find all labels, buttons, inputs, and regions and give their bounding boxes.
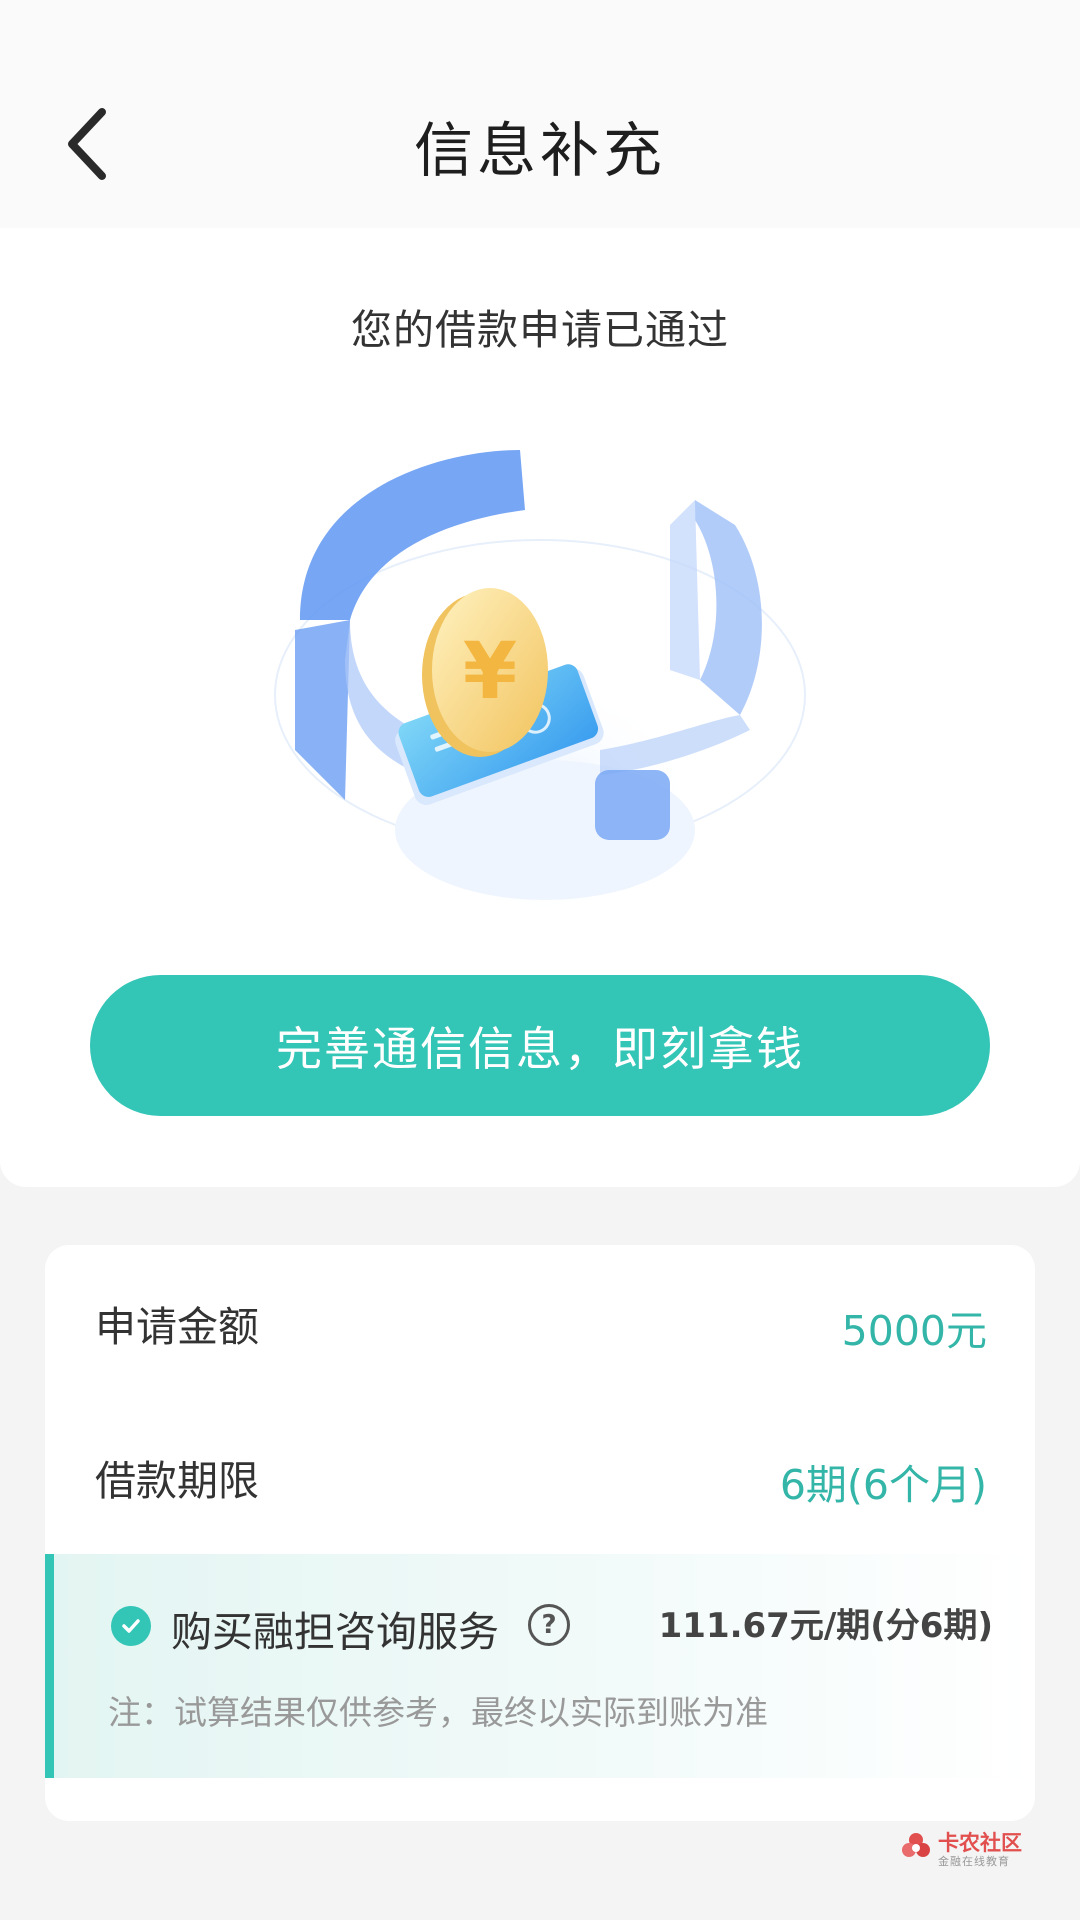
checkmark-icon [122, 1619, 140, 1633]
watermark-subtitle: 金融在线教育 [938, 1855, 1010, 1868]
complete-info-button[interactable]: 完善通信信息，即刻拿钱 [90, 975, 990, 1116]
term-value: 6期(6个月) [779, 1461, 987, 1509]
term-label: 借款期限 [95, 1457, 259, 1505]
check-circle-icon[interactable] [111, 1606, 151, 1646]
question-help-icon[interactable]: ? [528, 1604, 570, 1646]
svg-text:¥: ¥ [463, 627, 517, 717]
yuan-coin-phone-illustration: ¥ [274, 450, 806, 910]
header-bar: 信息补充 [0, 0, 1080, 228]
approval-message: 您的借款申请已通过 [351, 306, 729, 354]
service-price: 111.67元/期(分6期) [658, 1606, 993, 1646]
loan-details-card: 申请金额 5000元 借款期限 6期(6个月) 购买融担咨询服务 ? 111.6… [45, 1245, 1035, 1821]
flower-logo-icon [902, 1833, 930, 1857]
service-option: 购买融担咨询服务 ? 111.67元/期(分6期) 注：试算结果仅供参考，最终以… [45, 1554, 1035, 1778]
service-label: 购买融担咨询服务 [171, 1608, 499, 1656]
amount-value: 5000元 [841, 1307, 987, 1355]
estimate-note: 注：试算结果仅供参考，最终以实际到账为准 [108, 1693, 768, 1732]
watermark: 卡农社区 金融在线教育 [900, 1829, 1025, 1869]
amount-label: 申请金额 [95, 1303, 259, 1351]
page-title: 信息补充 [413, 116, 666, 185]
